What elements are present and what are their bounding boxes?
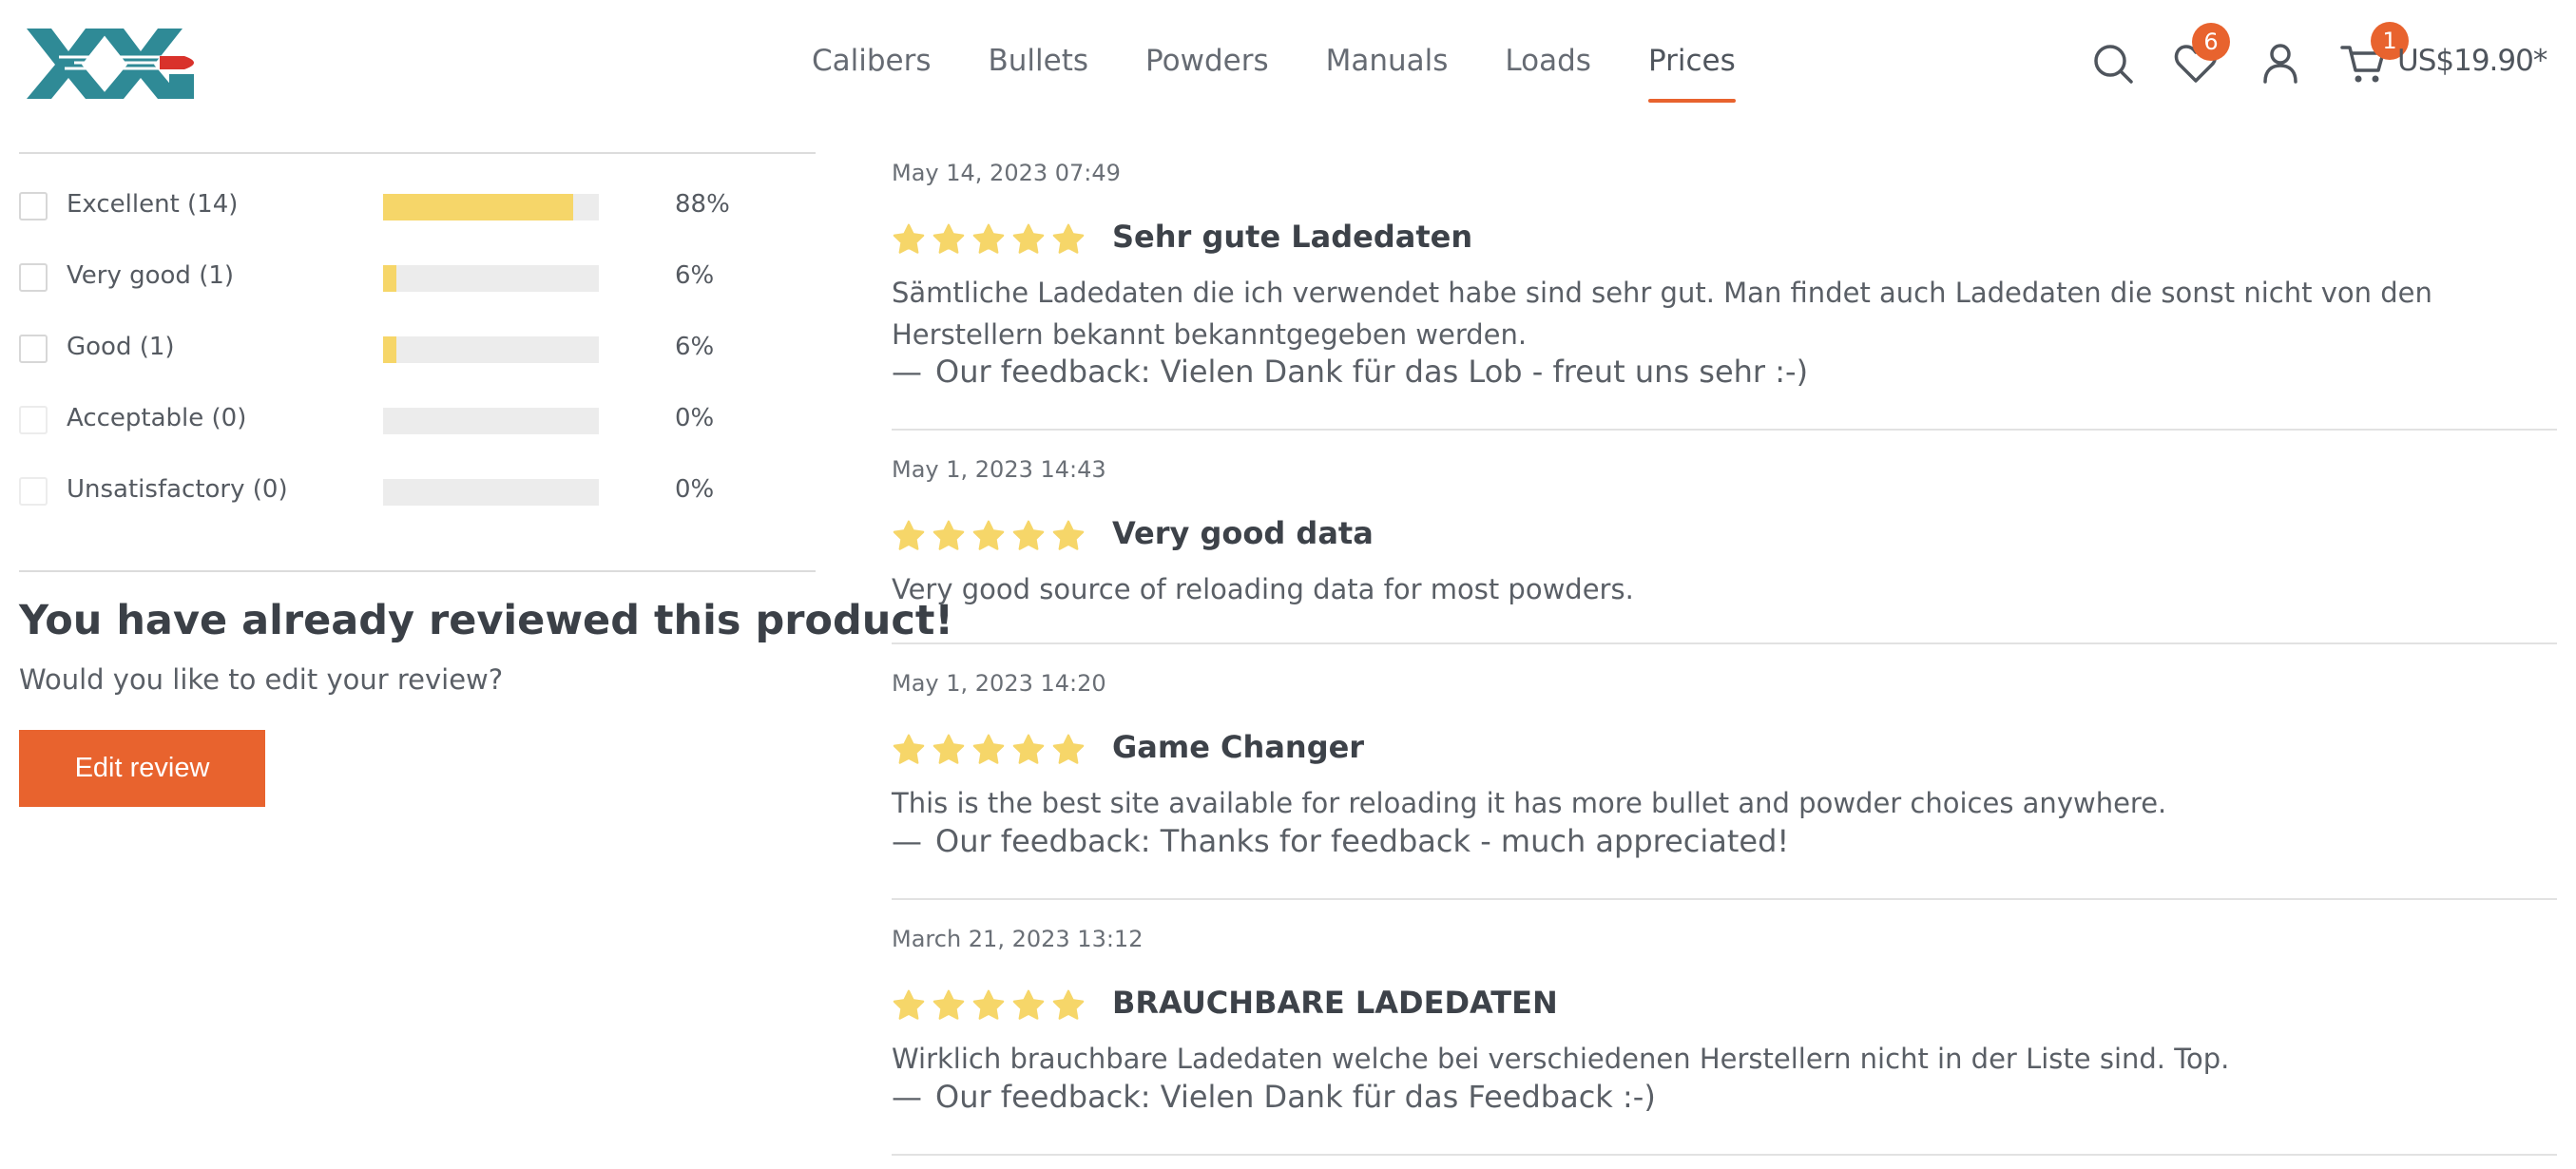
review-feedback: — Our feedback: Thanks for feedback - muc… [892,823,1789,859]
star-icon [893,520,925,550]
checkbox[interactable] [19,263,48,292]
star-icon [972,734,1005,764]
rating-label: Good (1) [67,333,175,361]
already-reviewed-subtitle: Would you like to edit your review? [19,663,504,696]
review-stars [892,519,1091,553]
star-icon [1012,223,1045,254]
star-icon [1052,734,1085,764]
search-button[interactable] [2087,38,2139,89]
checkbox[interactable] [19,192,48,220]
star-icon [893,734,925,764]
review-date: May 1, 2023 14:20 [892,670,1106,697]
review-body: Sämtliche Ladedaten die ich verwendet ha… [892,277,2432,351]
review-feedback: — Our feedback: Vielen Dank für das Lob -… [892,354,1808,390]
rating-bar [383,408,599,434]
review-divider [892,898,2557,900]
rating-percent: 0% [675,404,715,432]
review-divider [892,642,2557,644]
checkbox [19,477,48,506]
rating-label: Excellent (14) [67,190,239,219]
rating-label: Unsatisfactory (0) [67,475,288,504]
star-icon [1012,520,1045,550]
rating-filter-excellent[interactable]: Excellent (14) 88% [19,184,817,226]
review-date: May 1, 2023 14:43 [892,456,1106,483]
nav-calibers[interactable]: Calibers [812,0,932,103]
feedback-text: Our feedback: Thanks for feedback - much… [935,823,1790,859]
rating-percent: 88% [675,190,730,219]
rating-filter-very-good[interactable]: Very good (1) 6% [19,256,817,297]
review-body: This is the best site available for relo… [892,787,2167,819]
star-icon [1012,734,1045,764]
review-title: Sehr gute Ladedaten [1112,219,1473,255]
account-button[interactable] [2255,38,2306,89]
star-icon [932,520,965,550]
star-icon [972,520,1005,550]
star-icon [893,223,925,254]
rating-bar-fill [383,265,396,292]
cart-total[interactable]: US$19.90* [2397,44,2547,78]
already-reviewed-title: You have already reviewed this product! [19,597,954,644]
wishlist-count-badge: 6 [2192,23,2230,61]
review-title: Very good data [1112,515,1374,551]
star-icon [972,223,1005,254]
nav-prices[interactable]: Prices [1647,0,1736,103]
rating-label: Very good (1) [67,261,235,290]
search-icon [2094,45,2133,84]
review-date: March 21, 2023 13:12 [892,926,1144,952]
review-body: Very good source of reloading data for m… [892,573,1634,605]
star-icon [932,223,965,254]
star-icon [1052,223,1085,254]
review-date: May 14, 2023 07:49 [892,160,1121,186]
rating-percent: 6% [675,333,715,361]
review-feedback: — Our feedback: Vielen Dank für das Feedb… [892,1079,1656,1115]
review-title: Game Changer [1112,729,1365,765]
feedback-text: Our feedback: Vielen Dank für das Lob - … [935,354,1809,390]
review-stars [892,733,1091,767]
checkbox [19,406,48,434]
review-divider [892,429,2557,431]
star-icon [1012,989,1045,1020]
divider [19,570,816,572]
rating-bar [383,194,599,220]
feedback-dash: — [892,823,922,859]
site-header: Calibers Bullets Powders Manuals Loads P… [0,0,2576,124]
review-divider [892,1154,2557,1156]
rating-percent: 6% [675,261,715,290]
star-icon [893,989,925,1020]
nav-bullets[interactable]: Bullets [989,0,1089,103]
star-icon [932,734,965,764]
nav-powders[interactable]: Powders [1145,0,1269,103]
xxl-logo[interactable] [27,27,207,101]
rating-percent: 0% [675,475,715,504]
feedback-text: Our feedback: Vielen Dank für das Feedba… [935,1079,1656,1115]
review-body: Wirklich brauchbare Ladedaten welche bei… [892,1043,2230,1075]
rating-bar [383,336,599,363]
review-stars [892,222,1091,257]
rating-filter-unsatisfactory: Unsatisfactory (0) 0% [19,470,817,511]
rating-bar [383,479,599,506]
star-icon [972,989,1005,1020]
rating-filter-acceptable: Acceptable (0) 0% [19,398,817,440]
rating-filter-good[interactable]: Good (1) 6% [19,327,817,369]
nav-loads[interactable]: Loads [1505,0,1591,103]
divider [19,152,816,154]
user-icon [2263,44,2297,84]
nav-manuals[interactable]: Manuals [1326,0,1449,103]
main-nav: Calibers Bullets Powders Manuals Loads P… [812,0,1736,124]
review-stars [892,988,1091,1023]
review-title: BRAUCHBARE LADEDATEN [1112,985,1558,1021]
rating-bar-fill [383,194,573,220]
feedback-dash: — [892,1079,922,1115]
edit-review-button[interactable]: Edit review [19,730,265,807]
checkbox[interactable] [19,335,48,363]
star-icon [1052,989,1085,1020]
star-icon [932,989,965,1020]
feedback-dash: — [892,354,922,390]
star-icon [1052,520,1085,550]
rating-bar-fill [383,336,396,363]
rating-label: Acceptable (0) [67,404,247,432]
rating-bar [383,265,599,292]
